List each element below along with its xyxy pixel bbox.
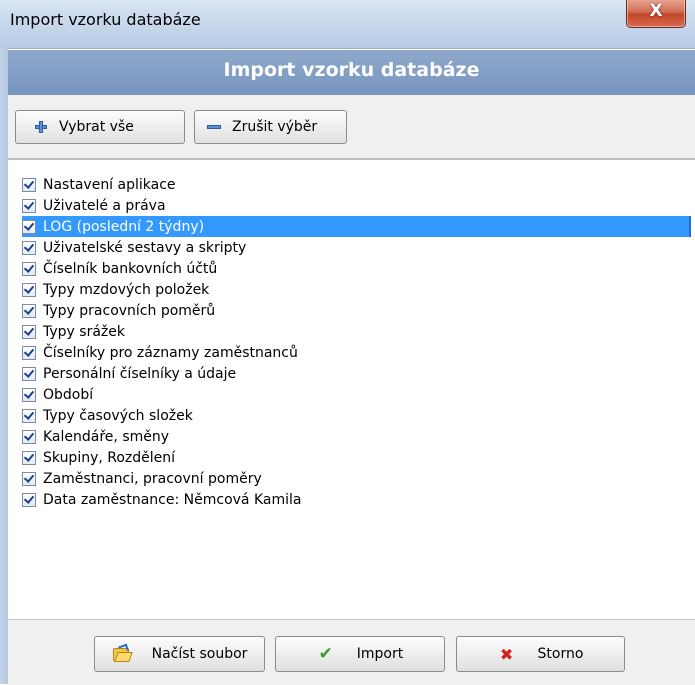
list-item[interactable]: Uživatelé a práva: [22, 195, 695, 216]
list-item[interactable]: Typy srážek: [22, 321, 695, 342]
list-item-label: Typy časových složek: [43, 407, 193, 424]
list-item-label: Personální číselníky a údaje: [43, 365, 237, 382]
close-icon: X: [649, 1, 663, 21]
checkmark-icon: ✔: [318, 644, 333, 664]
deselect-all-button[interactable]: Zrušit výběr: [194, 110, 347, 144]
window-left-border: [0, 48, 8, 684]
list-item-label: Číselníky pro záznamy zaměstnanců: [43, 344, 298, 361]
select-all-button[interactable]: Vybrat vše: [15, 110, 185, 144]
list-item[interactable]: Kalendáře, směny: [22, 426, 695, 447]
import-button[interactable]: ✔ Import: [275, 636, 445, 672]
checkbox[interactable]: [22, 387, 36, 402]
list-item-label: Nastavení aplikace: [43, 176, 176, 193]
dialog-footer: Načíst soubor ✔ Import ✖ Storno: [8, 619, 695, 685]
list-item-label: Číselník bankovních účtů: [43, 260, 218, 277]
list-item-label: Typy mzdových položek: [43, 281, 210, 298]
list-item-label: Zaměstnanci, pracovní poměry: [43, 470, 262, 487]
list-item-label: Typy pracovních poměrů: [43, 302, 216, 319]
cancel-button[interactable]: ✖ Storno: [456, 636, 625, 672]
checkbox[interactable]: [22, 429, 36, 444]
select-all-label: Vybrat vše: [59, 119, 134, 135]
checkbox[interactable]: [22, 261, 36, 276]
list-item[interactable]: Skupiny, Rozdělení: [22, 447, 695, 468]
checkbox[interactable]: [22, 408, 36, 423]
checkbox[interactable]: [22, 240, 36, 255]
dialog-header: Import vzorku databáze: [8, 50, 695, 95]
deselect-all-label: Zrušit výběr: [232, 119, 318, 135]
folder-open-icon: [112, 643, 133, 663]
load-file-button[interactable]: Načíst soubor: [94, 636, 265, 672]
checkbox[interactable]: [22, 303, 36, 318]
list-item-label: Typy srážek: [43, 323, 125, 340]
cancel-label: Storno: [537, 646, 584, 662]
window-titlebar: Import vzorku databáze X: [0, 0, 695, 49]
list-item-label: Kalendáře, směny: [43, 428, 170, 445]
list-item[interactable]: Číselník bankovních účtů: [22, 258, 695, 279]
list-item[interactable]: Typy časových složek: [22, 405, 695, 426]
list-item[interactable]: Typy mzdových položek: [22, 279, 695, 300]
list-item-label: Data zaměstnance: Němcová Kamila: [43, 491, 302, 508]
load-file-label: Načíst soubor: [151, 646, 248, 662]
checkbox[interactable]: [22, 450, 36, 465]
checkbox[interactable]: [22, 282, 36, 297]
list-item-label: Uživatelé a práva: [43, 197, 166, 214]
import-items-list: Nastavení aplikace Uživatelé a práva LOG…: [8, 159, 695, 620]
close-button[interactable]: X: [626, 0, 686, 28]
window-title: Import vzorku databáze: [10, 10, 201, 29]
list-item[interactable]: Zaměstnanci, pracovní poměry: [22, 468, 695, 489]
checkbox[interactable]: [22, 492, 36, 507]
cancel-x-icon: ✖: [499, 644, 514, 664]
list-item-label: Období: [43, 386, 94, 403]
checkbox[interactable]: [22, 177, 36, 192]
list-item[interactable]: Číselníky pro záznamy zaměstnanců: [22, 342, 695, 363]
plus-icon: [33, 119, 49, 135]
list-item-label: Uživatelské sestavy a skripty: [43, 239, 247, 256]
checkbox[interactable]: [22, 324, 36, 339]
checkbox[interactable]: [22, 471, 36, 486]
import-label: Import: [356, 646, 404, 662]
list-item[interactable]: Uživatelské sestavy a skripty: [22, 237, 695, 258]
list-item[interactable]: Personální číselníky a údaje: [22, 363, 695, 384]
minus-icon: [206, 119, 222, 135]
checkbox[interactable]: [22, 345, 36, 360]
list-item[interactable]: Nastavení aplikace: [22, 174, 695, 195]
list-item-selected[interactable]: LOG (poslední 2 týdny): [22, 216, 691, 237]
list-item[interactable]: Data zaměstnance: Němcová Kamila: [22, 489, 695, 510]
list-item[interactable]: Období: [22, 384, 695, 405]
checkbox[interactable]: [22, 198, 36, 213]
list-item-label: Skupiny, Rozdělení: [43, 449, 176, 466]
checkbox[interactable]: [22, 219, 36, 234]
toolbar: Vybrat vše Zrušit výběr: [8, 95, 695, 159]
list-item-label: LOG (poslední 2 týdny): [41, 218, 207, 235]
checkbox[interactable]: [22, 366, 36, 381]
list-item[interactable]: Typy pracovních poměrů: [22, 300, 695, 321]
dialog-header-title: Import vzorku databáze: [223, 59, 480, 81]
